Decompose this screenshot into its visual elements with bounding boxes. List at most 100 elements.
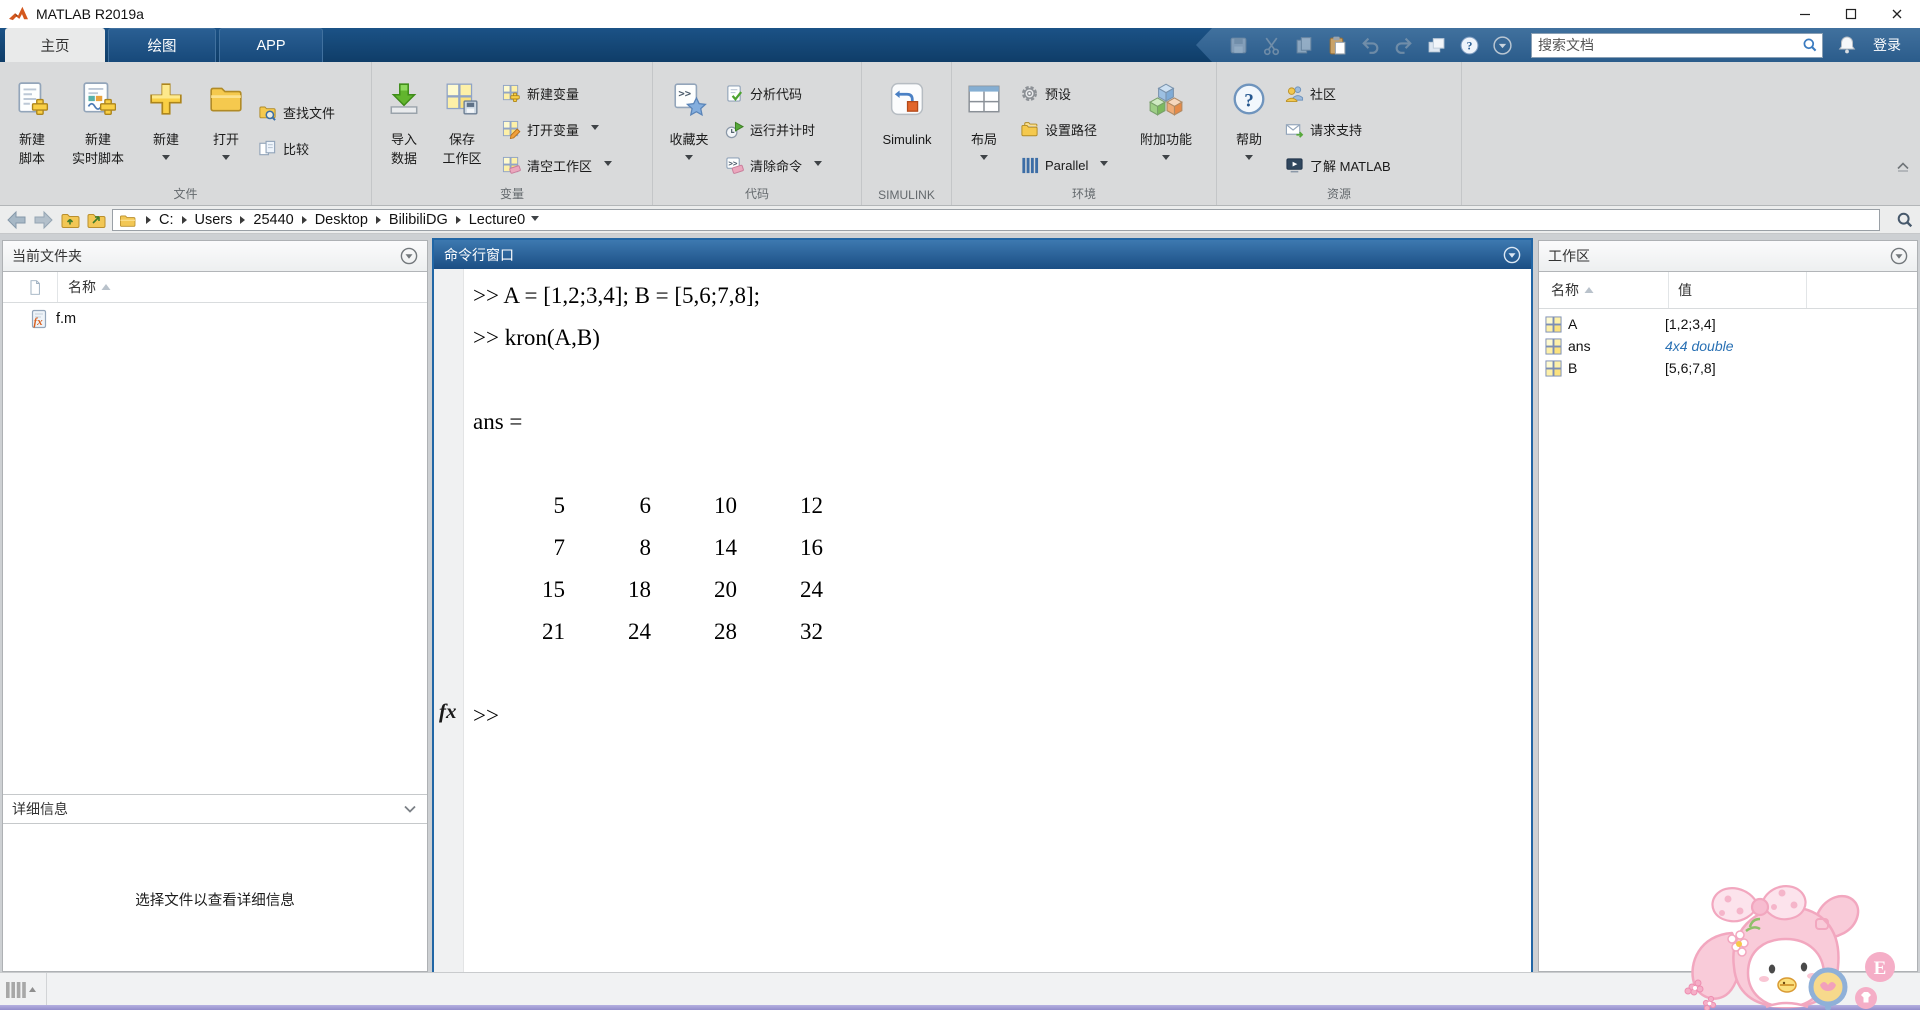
- favorites-icon: >>: [671, 80, 707, 118]
- open-button[interactable]: 打开: [200, 80, 252, 164]
- help-button[interactable]: ? 帮助: [1223, 80, 1275, 164]
- breadcrumb[interactable]: C: Users 25440 Desktop BilibiliDG Lectur…: [112, 209, 1880, 231]
- breadcrumb-segment[interactable]: Users: [195, 212, 233, 228]
- doc-search-box[interactable]: [1531, 33, 1823, 58]
- panel-menu-icon[interactable]: [1503, 246, 1521, 264]
- matrix-variable-icon: [1545, 338, 1562, 355]
- run-and-time-button[interactable]: 运行并计时: [725, 116, 822, 142]
- workspace-row-A[interactable]: A [1,2;3,4]: [1539, 313, 1917, 335]
- clear-workspace-button[interactable]: 清空工作区: [502, 152, 612, 178]
- ribbon-group-simulink: Simulink SIMULINK: [862, 62, 952, 205]
- ribbon-group-environment: 布局 预设 设置路径 Parallel 附加功能 环境: [952, 62, 1217, 205]
- details-header[interactable]: 详细信息: [3, 794, 427, 824]
- clear-commands-button[interactable]: >> 清除命令: [725, 152, 822, 178]
- favorites-button[interactable]: >> 收藏夹: [659, 80, 719, 164]
- workspace-row-B[interactable]: B [5,6;7,8]: [1539, 357, 1917, 379]
- layout-button[interactable]: 布局: [958, 80, 1010, 164]
- tab-apps[interactable]: APP: [219, 28, 323, 62]
- file-type-column-icon: [27, 279, 43, 296]
- redo-icon[interactable]: [1393, 35, 1414, 56]
- breadcrumb-segment[interactable]: Lecture0: [469, 212, 525, 228]
- breadcrumb-separator: [302, 216, 307, 224]
- save-icon[interactable]: [1228, 35, 1249, 56]
- learn-matlab-button[interactable]: 了解 MATLAB: [1285, 152, 1391, 178]
- help-circle-icon[interactable]: ?: [1459, 35, 1480, 56]
- workspace-name-column[interactable]: 名称: [1539, 272, 1669, 308]
- chevron-down-icon: [685, 155, 693, 164]
- preferences-button[interactable]: 预设: [1020, 80, 1108, 106]
- name-column-label: 名称: [1551, 280, 1579, 300]
- sign-in-link[interactable]: 登录: [1873, 35, 1901, 55]
- back-arrow-icon[interactable]: [6, 210, 28, 230]
- new-button[interactable]: 新建: [140, 80, 192, 164]
- file-row-fm[interactable]: fx f.m: [3, 305, 427, 332]
- tab-plots[interactable]: 绘图: [108, 28, 216, 62]
- new-variable-label: 新建变量: [527, 84, 579, 103]
- up-one-level-icon[interactable]: [60, 210, 80, 230]
- status-grip-icon[interactable]: [5, 981, 39, 999]
- ribbon-tab-bar: 主页 绘图 APP ? 登录: [0, 28, 1920, 62]
- breadcrumb-segment[interactable]: C:: [159, 212, 174, 228]
- undo-icon[interactable]: [1360, 35, 1381, 56]
- new-script-button[interactable]: 新建 脚本: [6, 80, 58, 168]
- status-bar: [0, 972, 1920, 1005]
- window-bottom-edge: [0, 1005, 1920, 1010]
- popout-icon[interactable]: [1426, 35, 1447, 56]
- command-window-body[interactable]: fx >> A = [1,2;3,4]; B = [5,6;7,8]; >> k…: [434, 269, 1531, 972]
- breadcrumb-segment[interactable]: Desktop: [315, 212, 368, 228]
- folder-search-icon[interactable]: [1896, 211, 1914, 229]
- chevron-down-icon: [1100, 161, 1108, 170]
- current-folder-column-header[interactable]: 名称: [3, 272, 427, 303]
- import-data-button[interactable]: 导入 数据: [378, 80, 430, 168]
- new-live-script-button[interactable]: 新建 实时脚本: [62, 80, 134, 168]
- group-label-environment: 环境: [952, 185, 1216, 202]
- save-workspace-button[interactable]: 保存 工作区: [432, 80, 492, 168]
- forward-arrow-icon[interactable]: [32, 210, 54, 230]
- doc-search-input[interactable]: [1532, 37, 1802, 53]
- breadcrumb-dropdown-icon[interactable]: [531, 216, 539, 225]
- new-live-script-label-1: 新建: [85, 130, 111, 149]
- browse-folder-icon[interactable]: [86, 210, 106, 230]
- code-small-buttons: 分析代码 运行并计时 >> 清除命令: [725, 80, 822, 178]
- command-window-header[interactable]: 命令行窗口: [434, 240, 1531, 269]
- simulink-button[interactable]: Simulink: [867, 80, 947, 149]
- toolbar-dropdown-icon[interactable]: [1492, 35, 1513, 56]
- copy-icon[interactable]: [1294, 35, 1315, 56]
- workspace-value-column[interactable]: 值: [1669, 272, 1807, 308]
- workspace-row-ans[interactable]: ans 4x4 double: [1539, 335, 1917, 357]
- minimize-button[interactable]: [1782, 0, 1828, 28]
- community-button[interactable]: 社区: [1285, 80, 1391, 106]
- matrix-cell: 10: [651, 485, 737, 527]
- set-path-button[interactable]: 设置路径: [1020, 116, 1108, 142]
- breadcrumb-segment[interactable]: BilibiliDG: [389, 212, 448, 228]
- panel-menu-icon[interactable]: [1890, 247, 1908, 265]
- compare-button[interactable]: 比较: [258, 135, 335, 161]
- minimize-ribbon-icon[interactable]: [1894, 158, 1912, 174]
- command-prompt[interactable]: >>: [473, 695, 1527, 737]
- panel-menu-icon[interactable]: [400, 247, 418, 265]
- paste-icon[interactable]: [1327, 35, 1348, 56]
- parallel-button[interactable]: Parallel: [1020, 152, 1108, 178]
- analyze-code-button[interactable]: 分析代码: [725, 80, 822, 106]
- matrix-cell: 14: [651, 527, 737, 569]
- search-icon[interactable]: [1802, 37, 1818, 53]
- workspace-column-header[interactable]: 名称 值: [1539, 272, 1917, 309]
- new-plus-icon: [148, 80, 184, 118]
- addons-button[interactable]: 附加功能: [1128, 80, 1204, 164]
- breadcrumb-segment[interactable]: 25440: [253, 212, 293, 228]
- name-column-label[interactable]: 名称: [68, 277, 96, 297]
- request-support-button[interactable]: 请求支持: [1285, 116, 1391, 142]
- new-variable-button[interactable]: 新建变量: [502, 80, 612, 106]
- ribbon-group-variable: 导入 数据 保存 工作区 新建变量 打开变量 清空工作区 变量: [372, 62, 653, 205]
- cut-icon[interactable]: [1261, 35, 1282, 56]
- current-folder-panel: 当前文件夹 名称 fx f.m 详细信息 选择文件以查看详细信息: [2, 240, 428, 972]
- matrix-cell: 24: [737, 569, 823, 611]
- maximize-button[interactable]: [1828, 0, 1874, 28]
- matrix-cell: 15: [473, 569, 565, 611]
- find-files-button[interactable]: 查找文件: [258, 99, 335, 125]
- notifications-bell-icon[interactable]: [1837, 35, 1857, 55]
- tab-home[interactable]: 主页: [5, 28, 105, 62]
- open-variable-button[interactable]: 打开变量: [502, 116, 612, 142]
- close-button[interactable]: [1874, 0, 1920, 28]
- matrix-row: 5 6 10 12: [473, 485, 1527, 527]
